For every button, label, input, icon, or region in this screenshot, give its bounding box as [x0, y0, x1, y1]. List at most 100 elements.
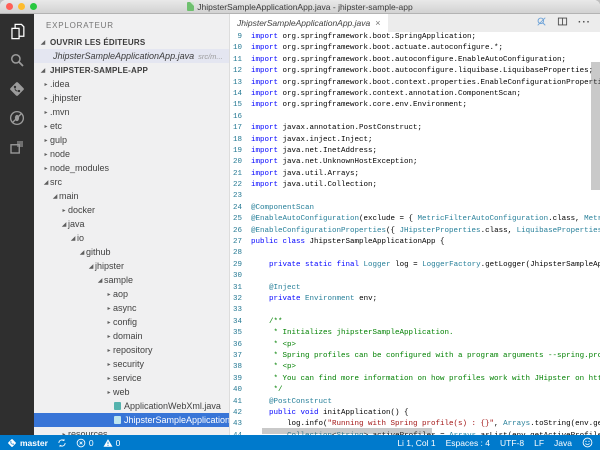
tree-item-jhipstersampleapplicationapp-java[interactable]: JhipsterSampleApplicationApp.java [34, 413, 229, 427]
tree-item-resources[interactable]: ▸resources [34, 427, 229, 435]
tree-item-sample[interactable]: ◢sample [34, 273, 229, 287]
code-line[interactable]: 23 [230, 191, 600, 202]
tree-item--mvn[interactable]: ▸.mvn [34, 105, 229, 119]
search-icon[interactable] [7, 51, 27, 69]
vscode-window: JhipsterSampleApplicationApp.java - jhip… [0, 0, 600, 450]
cursor-position[interactable]: Li 1, Col 1 [397, 438, 435, 448]
code-line[interactable]: 9import org.springframework.boot.SpringA… [230, 32, 600, 43]
code-line[interactable]: 20import java.net.UnknownHostException; [230, 157, 600, 168]
code-line[interactable]: 28 [230, 248, 600, 259]
code-line[interactable]: 38 * <p> [230, 362, 600, 373]
code-line[interactable]: 24@ComponentScan [230, 203, 600, 214]
chevron-collapsed-icon: ▸ [105, 319, 113, 326]
code-line[interactable]: 29 private static final Logger log = Log… [230, 260, 600, 271]
tree-item-label: aop [113, 289, 128, 299]
chevron-collapsed-icon: ▸ [42, 165, 50, 172]
tree-item-label: node [50, 149, 70, 159]
encoding-setting[interactable]: UTF-8 [500, 438, 524, 448]
error-count[interactable]: 0 [76, 438, 94, 448]
tree-item-repository[interactable]: ▸repository [34, 343, 229, 357]
source-control-icon[interactable] [7, 80, 27, 98]
code-line[interactable]: 17import javax.annotation.PostConstruct; [230, 123, 600, 134]
tree-item-io[interactable]: ◢io [34, 231, 229, 245]
tab-jhipstersampleapplicationapp-java[interactable]: JhipsterSampleApplicationApp.java × [230, 14, 388, 32]
more-actions-icon[interactable]: ··· [578, 18, 591, 28]
open-editors-section-header[interactable]: ◢ OUVRIR LES ÉDITEURS [34, 35, 229, 49]
extensions-icon[interactable] [7, 138, 27, 156]
git-branch-status[interactable]: master [7, 438, 48, 448]
tree-item-aop[interactable]: ▸aop [34, 287, 229, 301]
code-line[interactable]: 25@EnableAutoConfiguration(exclude = { M… [230, 214, 600, 225]
open-preview-icon[interactable] [536, 14, 547, 32]
code-line[interactable]: 35 * Initializes jhipsterSampleApplicati… [230, 328, 600, 339]
code-line[interactable]: 37 * Spring profiles can be configured w… [230, 351, 600, 362]
code-line[interactable]: 26@EnableConfigurationProperties({ JHips… [230, 226, 600, 237]
java-file-icon [114, 402, 121, 410]
code-line[interactable]: 39 * You can find more information on ho… [230, 374, 600, 385]
code-line[interactable]: 34 /** [230, 317, 600, 328]
code-line[interactable]: 15import org.springframework.core.env.En… [230, 100, 600, 111]
tree-item-applicationwebxml-java[interactable]: ApplicationWebXml.java [34, 399, 229, 413]
debug-icon[interactable] [7, 109, 27, 127]
project-section-header[interactable]: ◢ JHIPSTER-SAMPLE-APP [34, 63, 229, 77]
tree-item-gulp[interactable]: ▸gulp [34, 133, 229, 147]
tree-item-config[interactable]: ▸config [34, 315, 229, 329]
eol-setting[interactable]: LF [534, 438, 544, 448]
code-line[interactable]: 10import org.springframework.boot.actuat… [230, 43, 600, 54]
code-line[interactable]: 12import org.springframework.boot.autoco… [230, 66, 600, 77]
explorer-icon[interactable] [7, 22, 27, 40]
close-tab-icon[interactable]: × [375, 19, 380, 28]
tree-item-node[interactable]: ▸node [34, 147, 229, 161]
language-mode[interactable]: Java [554, 438, 572, 448]
code-line[interactable]: 32 private Environment env; [230, 294, 600, 305]
line-number: 13 [230, 78, 251, 89]
tree-item-jhipster[interactable]: ◢jhipster [34, 259, 229, 273]
horizontal-scrollbar[interactable] [262, 428, 432, 434]
code-line[interactable]: 18import javax.inject.Inject; [230, 135, 600, 146]
code-line[interactable]: 42 public void initApplication() { [230, 408, 600, 419]
code-line[interactable]: 36 * <p> [230, 340, 600, 351]
split-editor-icon[interactable] [557, 14, 568, 32]
line-number: 11 [230, 55, 251, 66]
tree-item-service[interactable]: ▸service [34, 371, 229, 385]
tree-item-etc[interactable]: ▸etc [34, 119, 229, 133]
code-line[interactable]: 14import org.springframework.context.ann… [230, 89, 600, 100]
tree-item--jhipster[interactable]: ▸.jhipster [34, 91, 229, 105]
tree-item-security[interactable]: ▸security [34, 357, 229, 371]
tree-item-domain[interactable]: ▸domain [34, 329, 229, 343]
tree-item-label: security [113, 359, 144, 369]
code-line[interactable]: 27public class JhipsterSampleApplication… [230, 237, 600, 248]
tree-item-main[interactable]: ◢main [34, 189, 229, 203]
tree-item-src[interactable]: ◢src [34, 175, 229, 189]
tree-item-node-modules[interactable]: ▸node_modules [34, 161, 229, 175]
code-line[interactable]: 11import org.springframework.boot.autoco… [230, 55, 600, 66]
tree-item--idea[interactable]: ▸.idea [34, 77, 229, 91]
code-line[interactable]: 30 [230, 271, 600, 282]
chevron-expanded-icon: ◢ [42, 179, 50, 186]
tree-item-async[interactable]: ▸async [34, 301, 229, 315]
tree-item-label: etc [50, 121, 62, 131]
tree-item-java[interactable]: ◢java [34, 217, 229, 231]
code-line[interactable]: 41 @PostConstruct [230, 397, 600, 408]
code-line[interactable]: 13import org.springframework.boot.contex… [230, 78, 600, 89]
indentation-setting[interactable]: Espaces : 4 [446, 438, 490, 448]
warning-count[interactable]: 0 [103, 438, 121, 448]
line-number: 18 [230, 135, 251, 146]
tree-item-docker[interactable]: ▸docker [34, 203, 229, 217]
vertical-scrollbar[interactable] [591, 62, 600, 190]
tree-item-web[interactable]: ▸web [34, 385, 229, 399]
code-line[interactable]: 22import java.util.Collection; [230, 180, 600, 191]
line-number: 28 [230, 248, 251, 259]
code-line[interactable]: 40 */ [230, 385, 600, 396]
sync-button[interactable] [57, 438, 67, 448]
code-line[interactable]: 31 @Inject [230, 283, 600, 294]
code-line[interactable]: 33 [230, 305, 600, 316]
open-editor-item[interactable]: JhipsterSampleApplicationApp.java src/m.… [34, 49, 229, 63]
tree-item-github[interactable]: ◢github [34, 245, 229, 259]
code-line[interactable]: 16 [230, 112, 600, 123]
feedback-smiley-icon[interactable] [582, 437, 593, 448]
code-line[interactable]: 21import java.util.Arrays; [230, 169, 600, 180]
code-line[interactable]: 19import java.net.InetAddress; [230, 146, 600, 157]
warning-count-value: 0 [116, 438, 121, 448]
code-editor[interactable]: 9import org.springframework.boot.SpringA… [230, 32, 600, 435]
